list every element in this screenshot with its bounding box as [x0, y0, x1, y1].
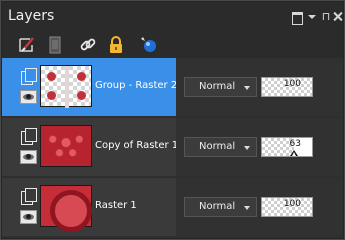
layer-thumbnail [40, 65, 92, 108]
eye-icon[interactable] [20, 90, 37, 104]
blend-mode-value: Normal [199, 81, 236, 92]
layer-controls: Normal 100 [176, 58, 343, 116]
group-layer-icon[interactable] [21, 68, 37, 85]
eye-icon[interactable] [20, 150, 37, 164]
title-bar[interactable]: Layers ⊓ [2, 2, 343, 32]
opacity-marker[interactable] [290, 150, 298, 156]
blend-mode-dropdown[interactable]: Normal [184, 197, 257, 217]
layer-name: Group - Raster 2 [95, 80, 178, 91]
opacity-slider[interactable]: 63 [261, 137, 313, 157]
layer-row[interactable]: Group - Raster 2 Normal 100 [2, 58, 343, 116]
layer-icons [19, 185, 39, 227]
opacity-slider[interactable]: 100 [261, 197, 313, 217]
chevron-down-icon [244, 86, 250, 90]
layer-row[interactable]: Copy of Raster 1 Normal 63 [2, 118, 343, 176]
brush-layer-icon[interactable] [17, 35, 37, 55]
layer-name: Copy of Raster 1 [95, 140, 179, 151]
layer-icons [19, 125, 39, 167]
pin-icon[interactable]: ⊓ [320, 11, 332, 23]
layer-thumbnail [40, 125, 92, 167]
opacity-value: 100 [283, 79, 301, 89]
panel-title: Layers [8, 8, 55, 24]
chevron-down-icon [244, 206, 250, 210]
layer-thumbnail [40, 185, 92, 232]
opacity-value: 100 [283, 199, 301, 209]
raster-layer-icon[interactable] [21, 188, 37, 205]
lock-icon[interactable] [106, 35, 126, 55]
blend-mode-dropdown[interactable]: Normal [184, 137, 257, 157]
properties-icon[interactable] [139, 35, 159, 55]
layer-name: Raster 1 [95, 200, 137, 211]
layer-row[interactable]: Raster 1 Normal 100 [2, 178, 343, 236]
chevron-down-icon [244, 146, 250, 150]
blend-mode-value: Normal [199, 141, 236, 152]
mask-layer-icon[interactable] [45, 35, 65, 55]
opacity-slider[interactable]: 100 [261, 77, 313, 97]
opacity-value: 63 [289, 139, 301, 149]
blend-mode-value: Normal [199, 201, 236, 212]
layer-name-area[interactable]: Group - Raster 2 [2, 58, 178, 116]
layers-panel: Layers ⊓ Group - Raster 2 Normal 100 Cop… [0, 0, 345, 240]
layer-controls: Normal 63 [176, 118, 343, 176]
raster-layer-icon[interactable] [21, 128, 37, 145]
layer-name-area[interactable]: Copy of Raster 1 [2, 118, 179, 176]
layer-icons [19, 65, 39, 107]
layer-name-area[interactable]: Raster 1 [2, 178, 176, 236]
close-icon[interactable] [332, 11, 344, 23]
blend-mode-dropdown[interactable]: Normal [184, 77, 257, 97]
layer-controls: Normal 100 [176, 178, 343, 236]
layers-toolbar [2, 32, 343, 58]
menu-arrow-icon[interactable] [307, 11, 319, 23]
eye-icon[interactable] [20, 210, 37, 224]
restore-icon[interactable] [291, 11, 303, 25]
layer-list: Group - Raster 2 Normal 100 Copy of Rast… [2, 58, 343, 238]
link-icon[interactable] [78, 35, 98, 55]
